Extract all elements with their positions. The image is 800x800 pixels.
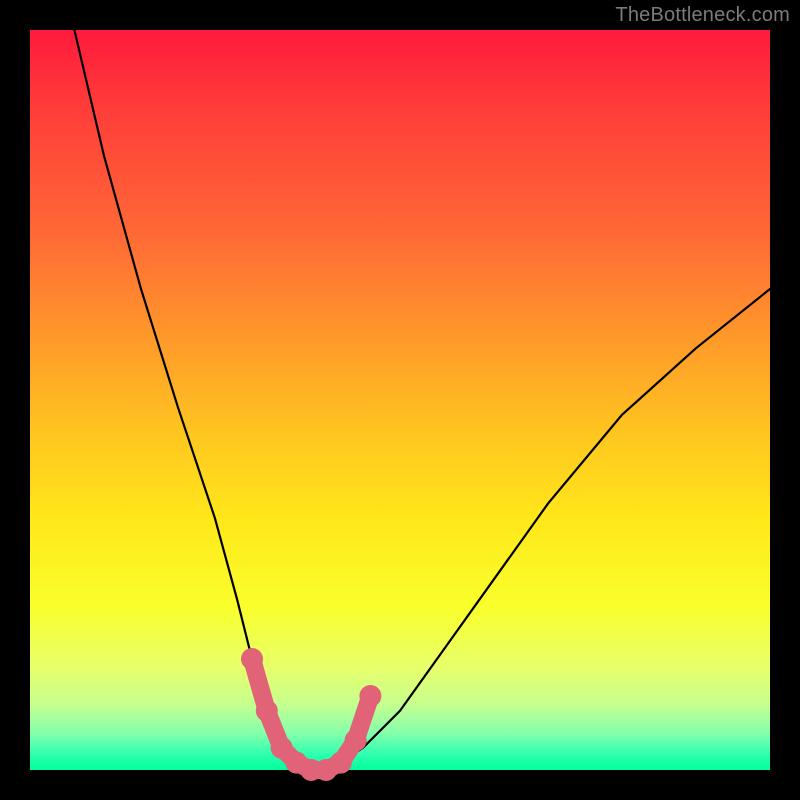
highlight-point [330,752,352,774]
highlight-point [241,648,263,670]
highlight-point [345,729,367,751]
watermark-text: TheBottleneck.com [615,4,790,27]
chart-frame: TheBottleneck.com [0,0,800,800]
highlight-point [256,700,278,722]
chart-svg [30,30,770,770]
highlight-point [359,685,381,707]
highlighted-segment [241,648,381,781]
bottleneck-curve [74,30,770,770]
